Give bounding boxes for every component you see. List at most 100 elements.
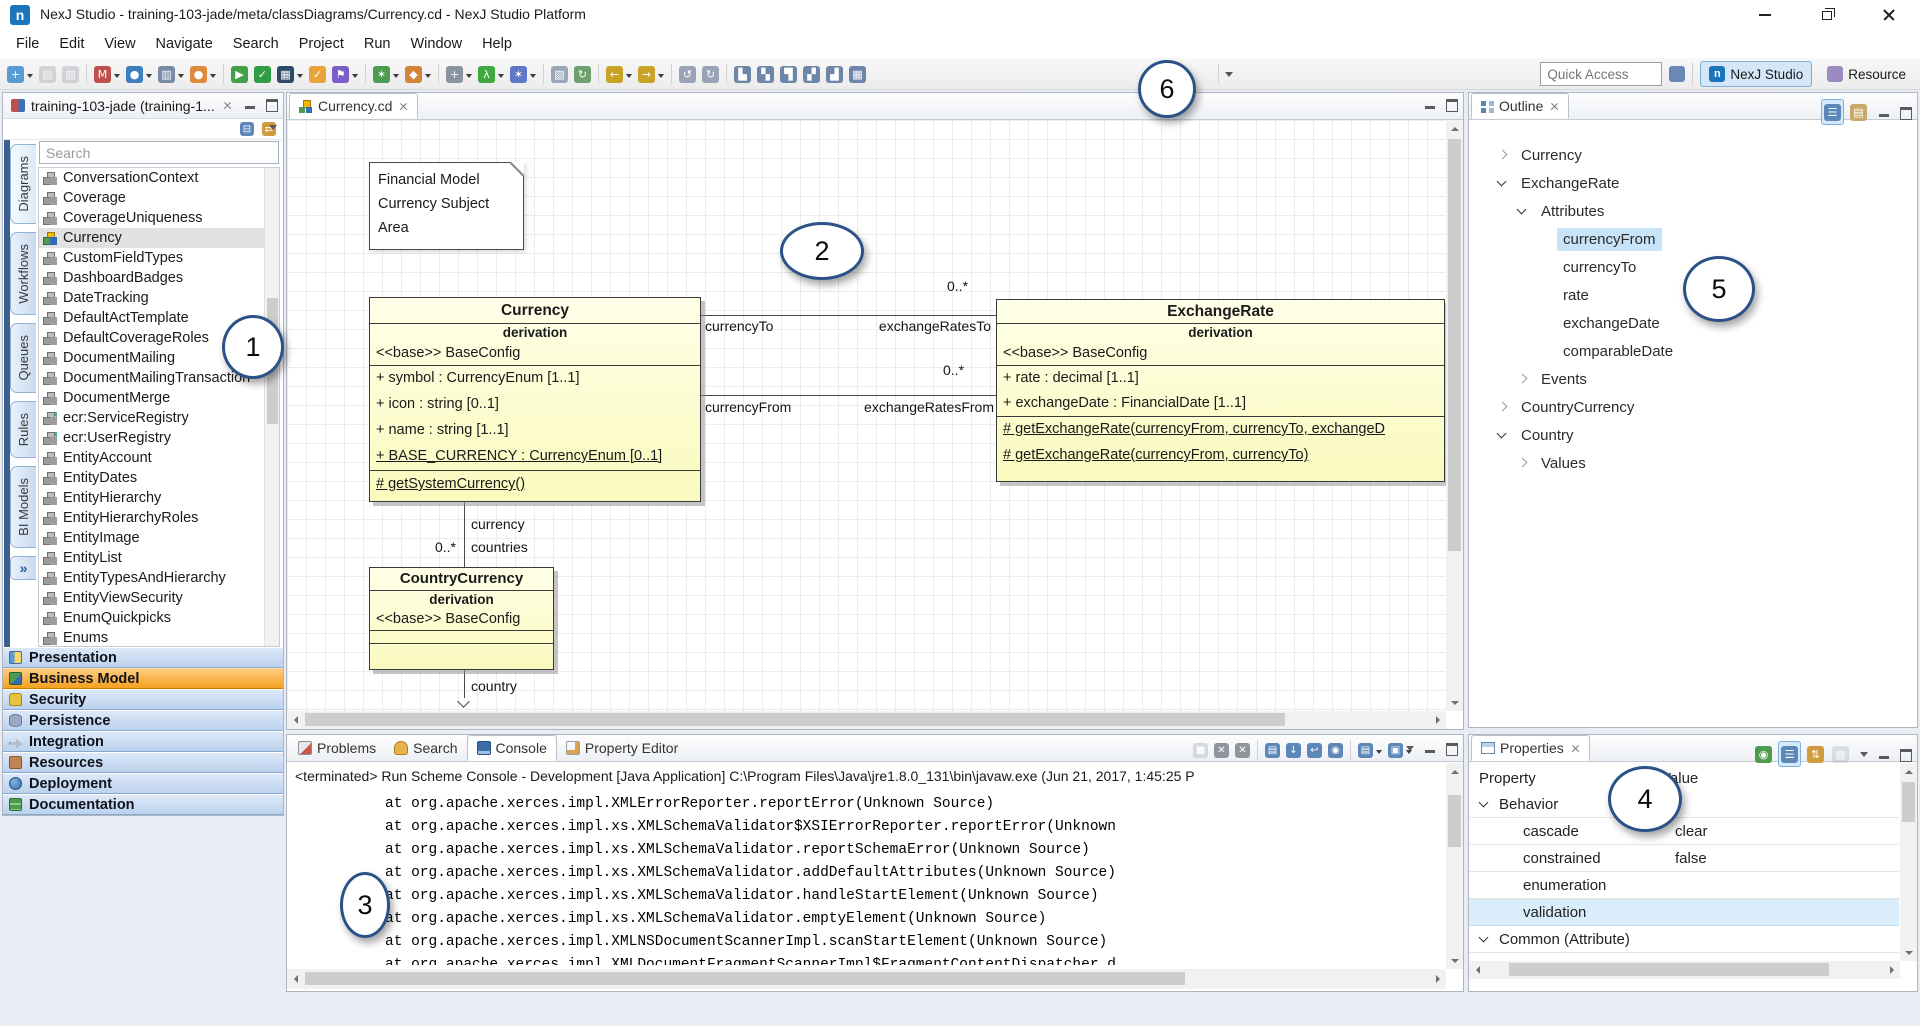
category-bar[interactable]: Presentation: [3, 647, 283, 668]
scrollbar-thumb[interactable]: [1448, 795, 1461, 847]
toolbar-icon[interactable]: [365, 64, 366, 84]
class-box-exchange-rate[interactable]: ExchangeRate derivation <<base>> BaseCon…: [996, 299, 1445, 482]
outline-tab[interactable]: Outline: [1471, 93, 1569, 119]
category-bar[interactable]: Documentation: [3, 794, 283, 815]
toolbar-icon[interactable]: [223, 64, 224, 84]
scroll-left-arrow[interactable]: [287, 969, 304, 989]
class-operation[interactable]: # getSystemCurrency(): [370, 471, 700, 498]
vertical-tab[interactable]: »: [10, 556, 36, 580]
menu-item[interactable]: Edit: [49, 32, 94, 56]
scroll-left-arrow[interactable]: [287, 711, 304, 729]
chevron-icon[interactable]: [1515, 372, 1529, 386]
display-console-icon[interactable]: ▤: [1356, 740, 1384, 760]
maximize-panel-button[interactable]: [1899, 748, 1912, 760]
console-icon[interactable]: ▦: [275, 61, 305, 87]
properties-horizontal-scrollbar[interactable]: [1469, 961, 1900, 979]
console-tool-icon[interactable]: [1350, 740, 1351, 760]
list-item[interactable]: Coverage: [39, 188, 279, 208]
view-menu-button[interactable]: [269, 121, 279, 133]
toolbar-icon[interactable]: [86, 64, 87, 84]
category-bar[interactable]: Deployment: [3, 773, 283, 794]
scheme-console-icon[interactable]: λ: [476, 61, 506, 87]
vertical-tab[interactable]: BI Models: [10, 466, 36, 548]
chevron-icon[interactable]: [1515, 204, 1529, 218]
multiplicity-label[interactable]: 0..*: [435, 539, 456, 555]
filter-icon[interactable]: ▤: [1848, 99, 1869, 125]
maximize-panel-button[interactable]: [1899, 106, 1912, 118]
scrollbar-thumb[interactable]: [1448, 139, 1461, 551]
vertical-tab[interactable]: Workflows: [10, 232, 36, 316]
outline-node[interactable]: Attributes: [1469, 197, 1917, 225]
user-icon[interactable]: ●: [188, 61, 218, 87]
pin-console-icon[interactable]: ◉: [1326, 740, 1345, 760]
class-box-country-currency[interactable]: CountryCurrency derivation <<base>> Base…: [369, 567, 554, 670]
category-bar[interactable]: Business Model: [3, 668, 283, 689]
run-icon[interactable]: ▶: [229, 61, 250, 87]
list-item[interactable]: DashboardBadges: [39, 268, 279, 288]
panel-tab[interactable]: Search: [385, 735, 466, 761]
list-item[interactable]: ecr:ServiceRegistry: [39, 408, 279, 428]
close-tab-icon[interactable]: [1571, 744, 1580, 753]
list-item[interactable]: EntityHierarchy: [39, 488, 279, 508]
model-library-icon[interactable]: M: [92, 61, 122, 87]
chevron-icon[interactable]: [1495, 400, 1509, 414]
category-bar[interactable]: Persistence: [3, 710, 283, 731]
outline-node[interactable]: currencyFrom: [1469, 225, 1917, 253]
new-wizard-icon[interactable]: +: [5, 61, 35, 87]
scroll-down-arrow[interactable]: [1446, 952, 1463, 969]
diagram-note[interactable]: Financial Model Currency Subject Area: [369, 162, 524, 250]
remove-all-launches-icon[interactable]: ✕: [1233, 740, 1252, 760]
forward-icon[interactable]: →: [636, 61, 666, 87]
package-icon[interactable]: ◆: [403, 61, 433, 87]
role-label[interactable]: currency: [471, 516, 525, 532]
class-attribute[interactable]: + BASE_CURRENCY : CurrencyEnum [0..1]: [370, 444, 700, 470]
show-categories-icon[interactable]: ☰: [1778, 741, 1801, 767]
property-row[interactable]: Common (Attribute): [1469, 926, 1899, 953]
property-row[interactable]: constrained false: [1469, 845, 1899, 872]
close-tab-icon[interactable]: [223, 101, 232, 110]
list-item[interactable]: EntityList: [39, 548, 279, 568]
maximize-panel-button[interactable]: [265, 98, 278, 110]
toolbar-icon[interactable]: [671, 64, 672, 84]
close-window-button[interactable]: [1858, 0, 1920, 30]
outline-node[interactable]: CountryCurrency: [1469, 393, 1917, 421]
list-item[interactable]: EntityAccount: [39, 448, 279, 468]
minimize-panel-button[interactable]: [1424, 742, 1437, 754]
outline-node[interactable]: comparableDate: [1469, 337, 1917, 365]
sort-tree-icon[interactable]: ☰: [1821, 99, 1844, 125]
scrollbar-thumb[interactable]: [1509, 963, 1829, 976]
scroll-up-arrow[interactable]: [1446, 763, 1463, 780]
align-left-icon[interactable]: ▙: [732, 61, 753, 87]
view-menu-button[interactable]: [1860, 748, 1870, 760]
panel-tab[interactable]: Property Editor: [557, 735, 687, 761]
toolbar-overflow-button[interactable]: [1218, 62, 1233, 86]
menu-item[interactable]: Project: [289, 32, 354, 56]
menu-item[interactable]: View: [94, 32, 145, 56]
show-advanced-icon[interactable]: ⇅: [1805, 741, 1826, 767]
remove-launch-icon[interactable]: ✕: [1212, 740, 1231, 760]
outline-node[interactable]: Currency: [1469, 141, 1917, 169]
database-icon[interactable]: ▥: [156, 61, 186, 87]
category-bar[interactable]: Security: [3, 689, 283, 710]
collapse-all-icon[interactable]: ⊟: [238, 120, 256, 138]
save-all-icon[interactable]: ▥: [60, 61, 81, 87]
globe-icon[interactable]: ●: [124, 61, 154, 87]
terminate-icon[interactable]: ■: [1191, 740, 1210, 760]
close-tab-icon[interactable]: [1550, 102, 1559, 111]
scroll-left-arrow[interactable]: [1469, 961, 1486, 979]
class-attribute[interactable]: + exchangeDate : FinancialDate [1..1]: [997, 391, 1444, 416]
menu-item[interactable]: Help: [472, 32, 522, 56]
console-vertical-scrollbar[interactable]: [1446, 763, 1463, 969]
scrollbar-thumb[interactable]: [1902, 782, 1915, 822]
list-item[interactable]: DocumentMerge: [39, 388, 279, 408]
outline-node[interactable]: Events: [1469, 365, 1917, 393]
editor-vertical-scrollbar[interactable]: [1446, 120, 1463, 711]
console-horizontal-scrollbar[interactable]: [287, 969, 1446, 989]
navigator-tab[interactable]: training-103-jade (training-1...: [3, 93, 283, 119]
scroll-right-arrow[interactable]: [1883, 961, 1900, 979]
role-label[interactable]: exchangeRatesTo: [879, 318, 991, 334]
toolbar-icon[interactable]: [543, 64, 544, 84]
minimize-panel-button[interactable]: [1424, 98, 1437, 110]
class-attribute[interactable]: + rate : decimal [1..1]: [997, 366, 1444, 391]
list-item[interactable]: Currency: [39, 228, 279, 248]
